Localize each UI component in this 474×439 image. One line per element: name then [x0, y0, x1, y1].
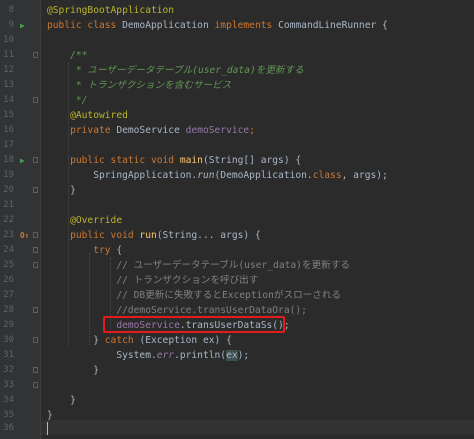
line-number: 31 — [3, 350, 14, 360]
code-line[interactable]: 33 — [0, 378, 474, 393]
code-text: public static void main(String[] args) { — [70, 155, 302, 166]
code-text: @Autowired — [70, 110, 128, 121]
code-line[interactable]: 34 } — [0, 393, 474, 408]
code-line[interactable]: 17 — [0, 138, 474, 153]
line-number: 8 — [8, 5, 14, 15]
line-number: 29 — [3, 320, 14, 330]
line-number: 9 — [8, 20, 14, 30]
code-line[interactable]: 16 private DemoService demoService; — [0, 123, 474, 138]
code-text: // ユーザーデータテーブル(user_data)を更新する — [116, 260, 350, 271]
code-line[interactable]: 13 * トランザクションを含むサービス — [0, 78, 474, 93]
line-number: 22 — [3, 215, 14, 225]
fold-toggle-icon[interactable] — [33, 367, 38, 373]
line-number: 23 — [3, 230, 14, 240]
fold-toggle-icon[interactable] — [33, 247, 38, 253]
code-text: System.err.println(ex); — [116, 350, 250, 361]
code-line[interactable]: 27 // DB更新に失敗するとExceptionがスローされる — [0, 288, 474, 303]
line-number: 33 — [3, 380, 14, 390]
code-line[interactable]: 18 ▶ public static void main(String[] ar… — [0, 153, 474, 168]
fold-toggle-icon[interactable] — [33, 232, 38, 238]
code-line[interactable]: 14 */ — [0, 93, 474, 108]
fold-toggle-icon[interactable] — [33, 382, 38, 388]
override-icon[interactable]: O↑ — [20, 228, 29, 243]
fold-toggle-icon[interactable] — [33, 262, 38, 268]
line-number: 17 — [3, 140, 14, 150]
line-number: 28 — [3, 305, 14, 315]
code-line[interactable]: 12 * ユーザーデータテーブル(user_data)を更新する — [0, 63, 474, 78]
code-line[interactable]: 32 } — [0, 363, 474, 378]
line-number: 36 — [3, 423, 14, 433]
code-text: */ — [70, 95, 88, 106]
line-number: 16 — [3, 125, 14, 135]
code-line[interactable]: 21 — [0, 198, 474, 213]
code-text: SpringApplication.run(DemoApplication.cl… — [93, 170, 388, 181]
run-main-icon[interactable]: ▶ — [20, 153, 25, 168]
line-number: 21 — [3, 200, 14, 210]
line-number: 19 — [3, 170, 14, 180]
code-text: try { — [93, 245, 123, 256]
code-line[interactable]: 23 O↑ public void run(String... args) { — [0, 228, 474, 243]
line-number: 15 — [3, 110, 14, 120]
code-line[interactable]: 24 try { — [0, 243, 474, 258]
highlight-box — [103, 316, 285, 333]
line-number: 30 — [3, 335, 14, 345]
text-cursor — [47, 422, 48, 435]
code-text: @Override — [70, 215, 123, 226]
code-text: @SpringBootApplication — [47, 5, 175, 16]
code-text: /** — [70, 50, 88, 61]
code-text: private DemoService demoService; — [70, 125, 255, 136]
fold-toggle-icon[interactable] — [33, 337, 38, 343]
code-line[interactable]: 15 @Autowired — [0, 108, 474, 123]
line-number: 25 — [3, 260, 14, 270]
line-number: 27 — [3, 290, 14, 300]
line-number: 26 — [3, 275, 14, 285]
code-line[interactable]: 36 — [0, 421, 474, 436]
line-number: 14 — [3, 95, 14, 105]
line-number: 20 — [3, 185, 14, 195]
fold-toggle-icon[interactable] — [33, 307, 38, 313]
code-text: // トランザクションを呼び出す — [116, 275, 259, 286]
code-text: // DB更新に失敗するとExceptionがスローされる — [116, 290, 342, 301]
code-text: * トランザクションを含むサービス — [70, 80, 232, 91]
run-class-icon[interactable]: ▶ — [20, 18, 25, 33]
code-line[interactable]: 8 @SpringBootApplication — [0, 3, 474, 18]
line-number: 18 — [3, 155, 14, 165]
line-number: 10 — [3, 35, 14, 45]
code-text: } catch (Exception ex) { — [93, 335, 232, 346]
code-text: public void run(String... args) { — [70, 230, 261, 241]
code-line[interactable]: 19 SpringApplication.run(DemoApplication… — [0, 168, 474, 183]
code-text: } — [70, 395, 76, 406]
line-number: 11 — [3, 50, 14, 60]
code-editor[interactable]: 8 @SpringBootApplication 9 ▶ public clas… — [0, 0, 474, 439]
code-line[interactable]: 22 @Override — [0, 213, 474, 228]
line-number: 32 — [3, 365, 14, 375]
code-text: } — [93, 365, 99, 376]
code-line[interactable]: 30 } catch (Exception ex) { — [0, 333, 474, 348]
code-text: * ユーザーデータテーブル(user_data)を更新する — [70, 65, 304, 76]
code-line[interactable]: 10 — [0, 33, 474, 48]
line-number: 13 — [3, 80, 14, 90]
line-number: 12 — [3, 65, 14, 75]
fold-toggle-icon[interactable] — [33, 52, 38, 58]
code-line[interactable]: 20 } — [0, 183, 474, 198]
line-number: 34 — [3, 395, 14, 405]
fold-toggle-icon[interactable] — [33, 187, 38, 193]
code-line[interactable]: 25 // ユーザーデータテーブル(user_data)を更新する — [0, 258, 474, 273]
line-number: 24 — [3, 245, 14, 255]
code-line[interactable]: 31 System.err.println(ex); — [0, 348, 474, 363]
code-line[interactable]: 9 ▶ public class DemoApplication impleme… — [0, 18, 474, 33]
code-text: } — [70, 185, 76, 196]
fold-toggle-icon[interactable] — [33, 97, 38, 103]
code-text: public class DemoApplication implements … — [47, 20, 388, 31]
code-line[interactable]: 26 // トランザクションを呼び出す — [0, 273, 474, 288]
fold-toggle-icon[interactable] — [33, 157, 38, 163]
code-line[interactable]: 11 /** — [0, 48, 474, 63]
